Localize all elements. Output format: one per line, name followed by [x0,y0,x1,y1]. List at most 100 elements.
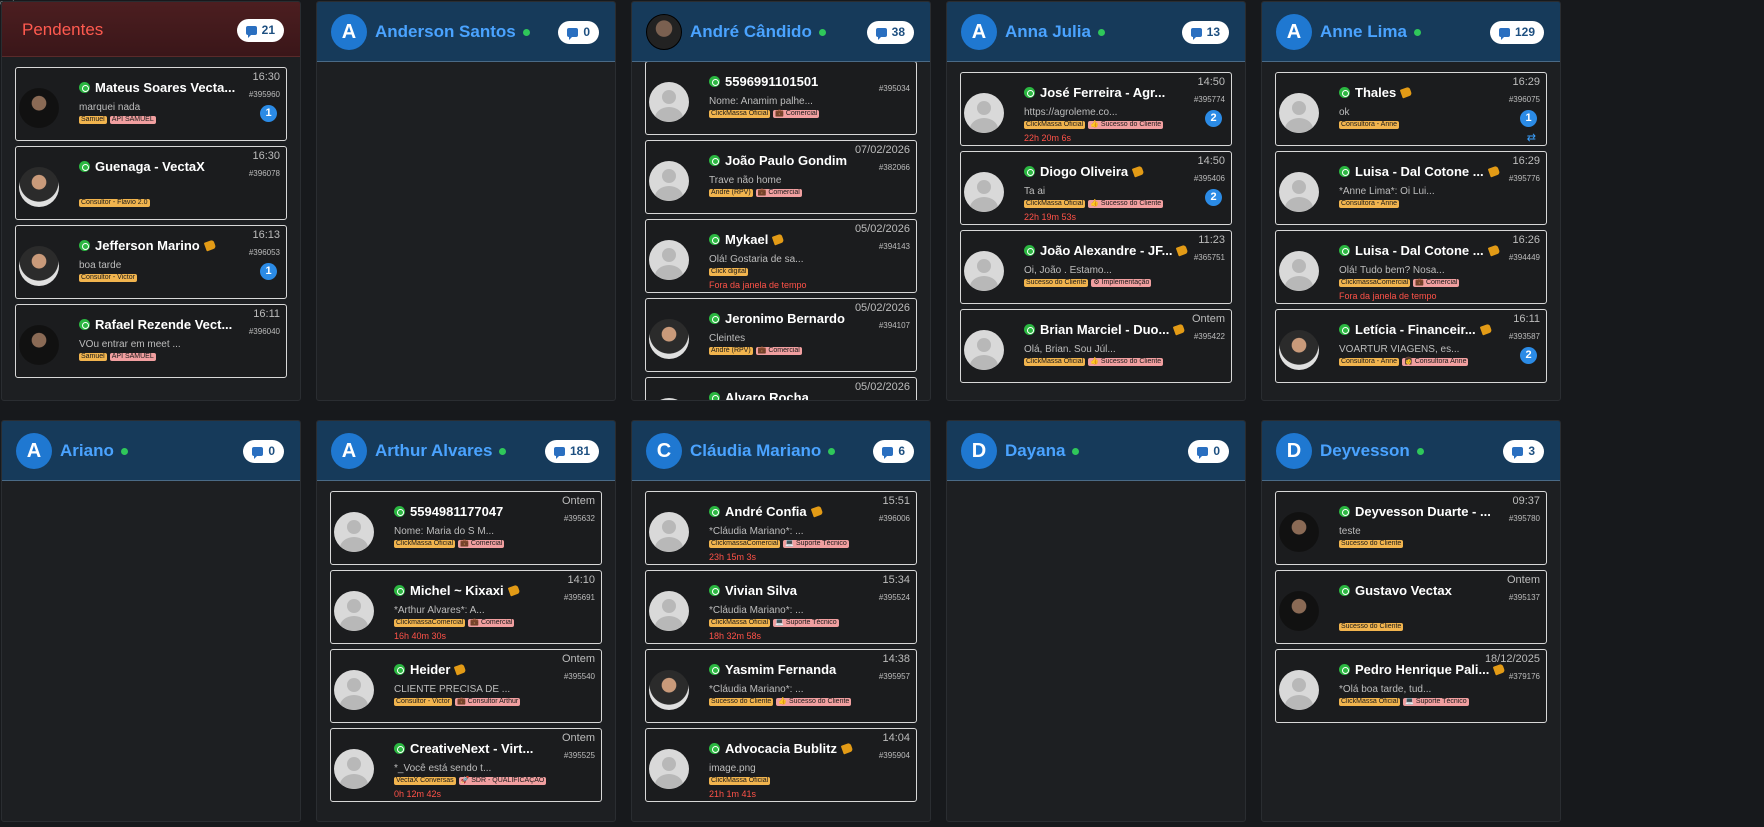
column-title: Arthur Alvares [375,441,507,461]
contact-name: Alvaro Rocha [709,390,809,400]
column-3: A Anna Julia 13 José Ferreira - Agr... https… [946,1,1246,401]
ticket-id: #396053 [248,248,280,257]
column-header[interactable]: A Ariano 0 [2,421,300,481]
conversation-count-badge[interactable]: 6 [873,440,914,463]
contact-name: Diogo Oliveira [1024,164,1145,179]
tag-label: 💼 Comercial [755,347,802,355]
column-header[interactable]: D Deyvesson 3 [1262,421,1560,481]
conversation-card[interactable]: Diogo Oliveira Ta ai 14:50 #395406 2 ClickMas… [960,151,1232,225]
unread-badge: 2 [1205,110,1222,127]
column-cards: André Confia *Cláudia Mariano*: ... 15:51 #… [632,481,930,821]
conversation-card[interactable]: João Alexandre - JF... Oi, João . Estamo.… [960,230,1232,304]
conversation-card[interactable]: João Paulo Gondim Trave não home 07/02/202… [645,140,917,214]
column-header[interactable]: A Arthur Alvares 181 [317,421,615,481]
column-header[interactable]: A Anderson Santos 0 [317,2,615,62]
agent-avatar: C [646,433,682,469]
tag-label: Sucesso do Cliente [709,698,774,706]
wait-time-alert: 23h 15m 3s [709,552,757,562]
column-cards [317,62,615,400]
conversation-count-badge[interactable]: 0 [1188,440,1229,463]
conversation-count-badge[interactable]: 3 [1503,440,1544,463]
contact-name: Guenaga - VectaX [79,159,205,174]
conversation-count-badge[interactable]: 0 [243,440,284,463]
tag-label: André (RPV) [709,189,753,197]
conversation-count-badge[interactable]: 13 [1181,21,1229,44]
message-time: 14:10 [567,574,595,586]
contact-avatar [19,167,59,207]
tag-list: ClickMassa Oficial 💻 Suporte Técnico [709,619,842,627]
column-header[interactable]: André Cândido 38 [632,2,930,62]
message-preview: Olá! Tudo bem? Nosa... [1339,265,1445,276]
message-preview: image.png [709,763,756,774]
conversation-card[interactable]: Michel ~ Kixaxi *Arthur Alvares*: A... 14:… [330,570,602,644]
conversation-card[interactable]: Vivian Silva *Cláudia Mariano*: ... 15:34 #… [645,570,917,644]
conversation-card[interactable]: Pedro Henrique Pali... *Olá boa tarde, tu… [1275,649,1547,723]
contact-name-text: Advocacia Bublitz [725,741,837,756]
column-header[interactable]: A Anne Lima 129 [1262,2,1560,62]
conversation-card[interactable]: Brian Marciel - Duo... Olá, Brian. Sou Jú… [960,309,1232,383]
conversation-card[interactable]: Yasmim Fernanda *Cláudia Mariano*: ... 14:… [645,649,917,723]
message-preview: Olá! Gostaria de sa... [709,254,804,265]
conversation-card[interactable]: Heider CLIENTE PRECISA DE ... Ontem #395540… [330,649,602,723]
message-time: 16:30 [252,71,280,83]
tag-label: 👍 Sucesso do Cliente [1088,358,1164,366]
chat-icon [567,28,579,40]
conversation-count-badge[interactable]: 181 [544,440,599,463]
conversation-count-badge[interactable]: 38 [866,21,914,44]
contact-avatar [1279,93,1319,133]
ticket-id: #395137 [1508,593,1540,602]
message-preview: *Cláudia Mariano*: ... [709,605,804,616]
tag-label: 💼 Comercial [458,540,505,548]
message-preview: CLIENTE PRECISA DE ... [394,684,511,695]
conversation-card[interactable]: 5596991101501 Nome: Anamim palhe... #39503… [645,62,917,135]
conversation-card[interactable]: Letícia - Financeir... VOARTUR VIAGENS, e… [1275,309,1547,383]
contact-name-text: Yasmim Fernanda [725,662,837,677]
conversation-card[interactable]: Mykael Olá! Gostaria de sa... 05/02/2026 #3… [645,219,917,293]
transfer-icon[interactable]: ⇄ [1527,131,1536,144]
wait-time-alert: 22h 20m 6s [1024,133,1072,143]
conversation-card[interactable]: Rafael Rezende Vect... VOu entrar em meet… [15,304,287,378]
conversation-card[interactable]: Luisa - Dal Cotone ... *Anne Lima*: Oi Lu… [1275,151,1547,225]
conversation-card[interactable]: Gustavo Vectax Ontem #395137 Sucesso do Cli… [1275,570,1547,644]
wait-time-alert: Fora da janela de tempo [709,280,807,290]
whatsapp-icon [709,313,720,324]
conversation-card[interactable]: Luisa - Dal Cotone ... Olá! Tudo bem? Nos… [1275,230,1547,304]
online-status-dot [1072,448,1080,456]
conversation-card[interactable]: André Confia *Cláudia Mariano*: ... 15:51 #… [645,491,917,565]
conversation-card[interactable]: Deyvesson Duarte - ... teste 09:37 #395780 S… [1275,491,1547,565]
conversation-count-badge[interactable]: 21 [236,19,284,42]
wait-time-alert: Fora da janela de tempo [1339,291,1437,301]
column-6: A Arthur Alvares 181 5594981177047 Nome: Mar… [316,420,616,822]
tag-icon [1131,165,1145,178]
conversation-card[interactable]: José Ferreira - Agr... https://agroleme.c… [960,72,1232,146]
conversation-count-badge[interactable]: 129 [1489,21,1544,44]
conversation-card[interactable]: CreativeNext - Virt... *_Você está sendo … [330,728,602,802]
contact-avatar [19,325,59,365]
column-cards: Mateus Soares Vecta... marquei nada 16:30 #… [2,57,300,400]
tag-label: ClickMassa Oficial [709,110,771,118]
tag-list: VectaX Conversas 🚀 SDR - QUALIFICAÇÃO [394,777,549,785]
conversation-card[interactable]: Guenaga - VectaX 16:30 #396078 Consultor - … [15,146,287,220]
conversation-card[interactable]: 5594981177047 Nome: Maria do S M... Ontem #… [330,491,602,565]
contact-name: Letícia - Financeir... [1339,322,1492,337]
ticket-id: #395525 [563,751,595,760]
conversation-card[interactable]: Advocacia Bublitz image.png 14:04 #395904 Cl… [645,728,917,802]
conversation-card[interactable]: Jeronimo Bernardo Cleintes 05/02/2026 #3941… [645,298,917,372]
column-header[interactable]: D Dayana 0 [947,421,1245,481]
column-title: Dayana [1005,441,1080,461]
conversation-card[interactable]: Thales ok 16:29 #396075 1 ⇄ Consultora - Anne [1275,72,1547,146]
conversation-card[interactable]: Alvaro Rocha 05/02/2026 [645,377,917,400]
agent-avatar: D [1276,433,1312,469]
conversation-card[interactable]: Mateus Soares Vecta... marquei nada 16:30 #… [15,67,287,141]
contact-avatar [334,749,374,789]
tag-list: ClickmassaComercial 💼 Comercial [1339,279,1462,287]
column-header[interactable]: C Cláudia Mariano 6 [632,421,930,481]
conversation-count-badge[interactable]: 0 [558,21,599,44]
column-header[interactable]: Pendentes 21 [2,2,300,57]
conversation-card[interactable]: Jefferson Marino boa tarde 16:13 #396053 1 Co… [15,225,287,299]
tag-list: ClickmassaComercial 💼 Comercial [394,619,517,627]
message-preview: Nome: Maria do S M... [394,526,495,537]
tag-label: 💻 Suporte Técnico [783,540,849,548]
column-title-text: Cláudia Mariano [690,441,822,460]
column-header[interactable]: A Anna Julia 13 [947,2,1245,62]
